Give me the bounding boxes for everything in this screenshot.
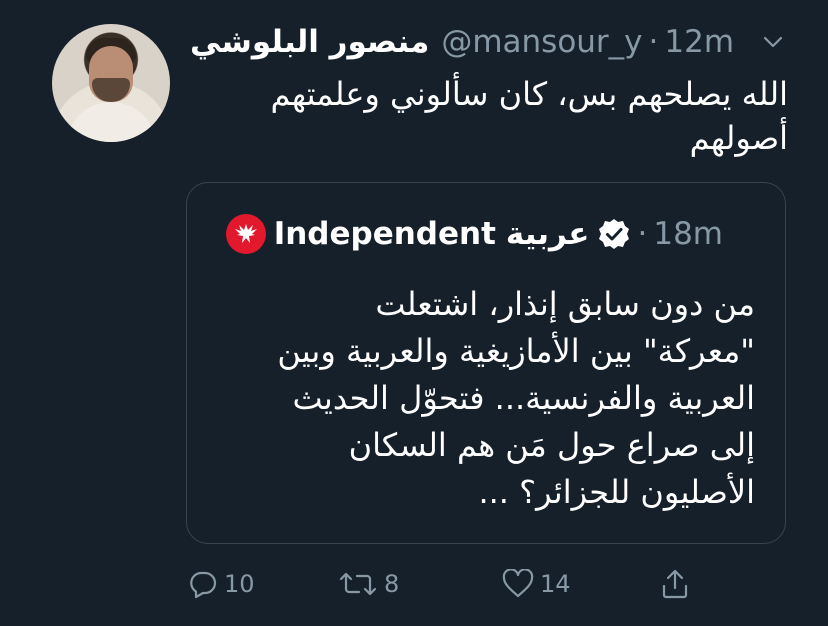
reply-count: 10 xyxy=(224,570,255,598)
user-handle[interactable]: @mansour_y xyxy=(441,24,642,60)
tweet-actions: 10 8 14 xyxy=(186,564,706,604)
like-count: 14 xyxy=(540,570,571,598)
quoted-tweet[interactable]: Independent عربية · 18m من دون سابق إنذا… xyxy=(186,182,786,544)
reply-button[interactable]: 10 xyxy=(188,564,255,604)
like-button[interactable]: 14 xyxy=(502,564,571,604)
separator-dot: · xyxy=(637,216,648,252)
avatar[interactable] xyxy=(52,24,170,142)
tweet-header: منصور البلوشي @mansour_y · 12m xyxy=(190,22,770,62)
display-name[interactable]: منصور البلوشي xyxy=(190,24,429,60)
retweet-icon xyxy=(339,572,377,596)
quoted-tweet-time[interactable]: 18m xyxy=(653,216,723,252)
heart-icon xyxy=(502,569,534,598)
independent-logo-icon xyxy=(225,214,266,254)
quoted-account-name-en[interactable]: Independent xyxy=(274,216,496,252)
quoted-account-name-ar[interactable]: عربية xyxy=(506,216,590,252)
chevron-down-icon[interactable] xyxy=(762,34,784,50)
share-button[interactable] xyxy=(660,564,696,604)
retweet-count: 8 xyxy=(384,570,400,598)
share-icon xyxy=(662,569,688,599)
separator-dot: · xyxy=(648,24,659,60)
quoted-tweet-text: من دون سابق إنذار، اشتعلت "معركة" بين ال… xyxy=(277,285,755,511)
quoted-tweet-header: Independent عربية · 18m xyxy=(225,213,723,255)
tweet-text: الله يصلحهم بس، كان سألوني وعلمتهم أصوله… xyxy=(270,75,788,157)
tweet-time[interactable]: 12m xyxy=(664,24,734,60)
verified-badge-icon xyxy=(599,219,630,249)
reply-icon xyxy=(190,571,217,599)
retweet-button[interactable]: 8 xyxy=(338,564,399,604)
